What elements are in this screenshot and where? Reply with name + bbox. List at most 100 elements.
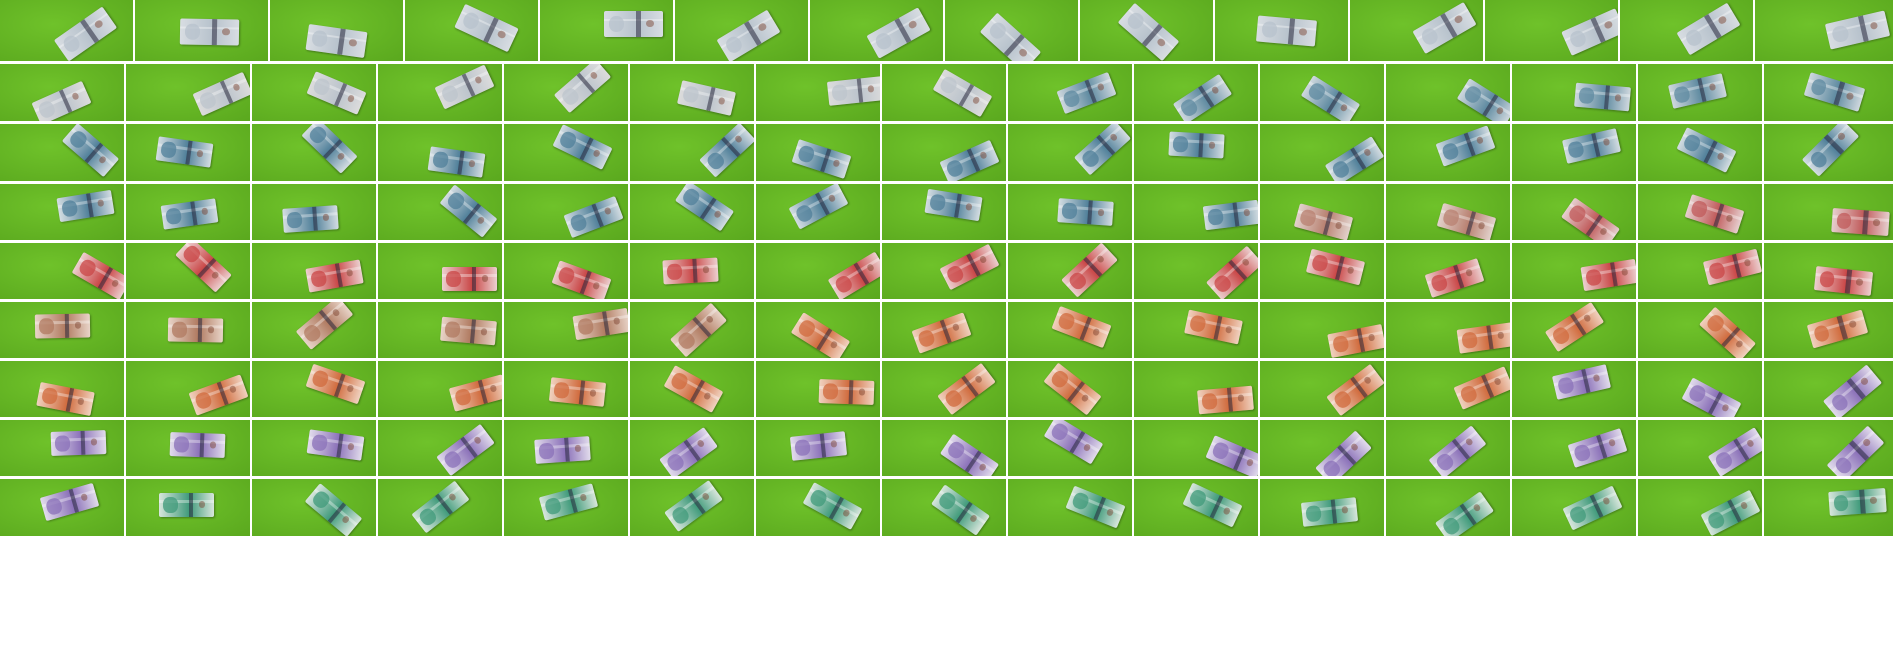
photo-tile <box>126 361 250 417</box>
photo-tile <box>756 124 880 181</box>
photo-tile <box>1260 302 1384 358</box>
banknote-image <box>188 374 249 416</box>
banknote-image <box>295 302 354 350</box>
banknote-image <box>979 12 1042 61</box>
banknote-image <box>1707 427 1762 476</box>
banknote-image <box>939 139 1000 181</box>
photo-row <box>0 361 1893 417</box>
banknote-image <box>663 365 724 413</box>
banknote-image <box>604 11 663 37</box>
photo-tile <box>126 124 250 181</box>
photo-tile <box>945 0 1078 61</box>
photo-tile <box>1512 420 1636 476</box>
banknote-image <box>939 243 1000 291</box>
banknote-image <box>427 146 486 178</box>
banknote-image <box>553 64 612 114</box>
banknote-image <box>1315 430 1372 476</box>
photo-tile <box>1638 302 1762 358</box>
photo-tile <box>378 302 502 358</box>
banknote-image <box>1580 258 1636 292</box>
photo-tile <box>1008 243 1132 299</box>
photo-row <box>0 243 1893 299</box>
photo-tile <box>756 243 880 299</box>
banknote-image <box>937 362 996 416</box>
banknote-image <box>1684 194 1745 234</box>
photo-row <box>0 420 1893 476</box>
photo-tile <box>756 420 880 476</box>
banknote-image <box>1676 127 1737 173</box>
photo-tile <box>126 420 250 476</box>
banknote-image <box>911 312 972 354</box>
banknote-image <box>282 205 339 233</box>
photo-tile <box>504 64 628 121</box>
photo-tile <box>1620 0 1753 61</box>
banknote-image <box>1197 385 1254 415</box>
photo-tile <box>252 184 376 240</box>
banknote-image <box>818 379 875 405</box>
photo-tile <box>756 479 880 536</box>
banknote-image <box>1456 78 1510 121</box>
banknote-image <box>1552 364 1611 400</box>
photo-tile <box>630 420 754 476</box>
banknote-image <box>1813 266 1874 296</box>
photo-tile <box>1008 479 1132 536</box>
banknote-image <box>552 124 613 170</box>
photo-tile <box>882 64 1006 121</box>
banknote-image <box>175 243 232 293</box>
banknote-image <box>1168 131 1225 159</box>
banknote-image <box>1801 124 1860 177</box>
banknote-image <box>939 433 1000 476</box>
photo-tile <box>1512 64 1636 121</box>
banknote-image <box>167 317 224 343</box>
banknote-image <box>439 184 498 238</box>
photo-tile <box>1215 0 1348 61</box>
photo-tile <box>1386 243 1510 299</box>
photo-tile <box>630 243 754 299</box>
banknote-image <box>1205 435 1258 476</box>
banknote-image <box>1051 305 1112 349</box>
banknote-image <box>1428 425 1487 476</box>
photo-tile <box>1764 243 1893 299</box>
banknote-image <box>932 68 993 118</box>
banknote-image <box>160 198 219 230</box>
banknote-image <box>1435 491 1494 536</box>
banknote-image <box>788 184 849 230</box>
banknote-image <box>659 427 718 476</box>
banknote-image <box>305 259 364 293</box>
photo-tile <box>504 420 628 476</box>
banknote-image <box>411 480 470 534</box>
banknote-image <box>304 483 363 536</box>
photo-tile <box>756 184 880 240</box>
photo-tile <box>504 184 628 240</box>
banknote-image <box>454 3 519 53</box>
banknote-image <box>1206 245 1258 299</box>
photo-tile <box>1008 420 1132 476</box>
banknote-image <box>931 484 990 536</box>
photo-tile <box>378 479 502 536</box>
photo-tile <box>252 124 376 181</box>
banknote-image <box>301 124 358 174</box>
photo-tile <box>882 420 1006 476</box>
photo-tile <box>126 64 250 121</box>
photo-tile <box>1260 64 1384 121</box>
photo-row <box>0 124 1893 181</box>
photo-tile <box>1755 0 1893 61</box>
photo-tile <box>1134 124 1258 181</box>
banknote-image <box>1681 377 1742 417</box>
photo-tile <box>1080 0 1213 61</box>
photo-tile <box>756 302 880 358</box>
photo-tile <box>630 302 754 358</box>
banknote-image <box>534 436 591 464</box>
photo-tile <box>1764 184 1893 240</box>
photo-tile <box>1638 361 1762 417</box>
photo-tile <box>1512 243 1636 299</box>
photo-tile <box>1260 124 1384 181</box>
banknote-image <box>39 482 100 522</box>
banknote-image <box>802 482 863 530</box>
banknote-image <box>36 381 95 417</box>
banknote-image <box>50 430 107 456</box>
photo-tile <box>1386 184 1510 240</box>
photo-tile <box>1512 124 1636 181</box>
banknote-image <box>155 136 214 168</box>
banknote-image <box>31 80 92 121</box>
